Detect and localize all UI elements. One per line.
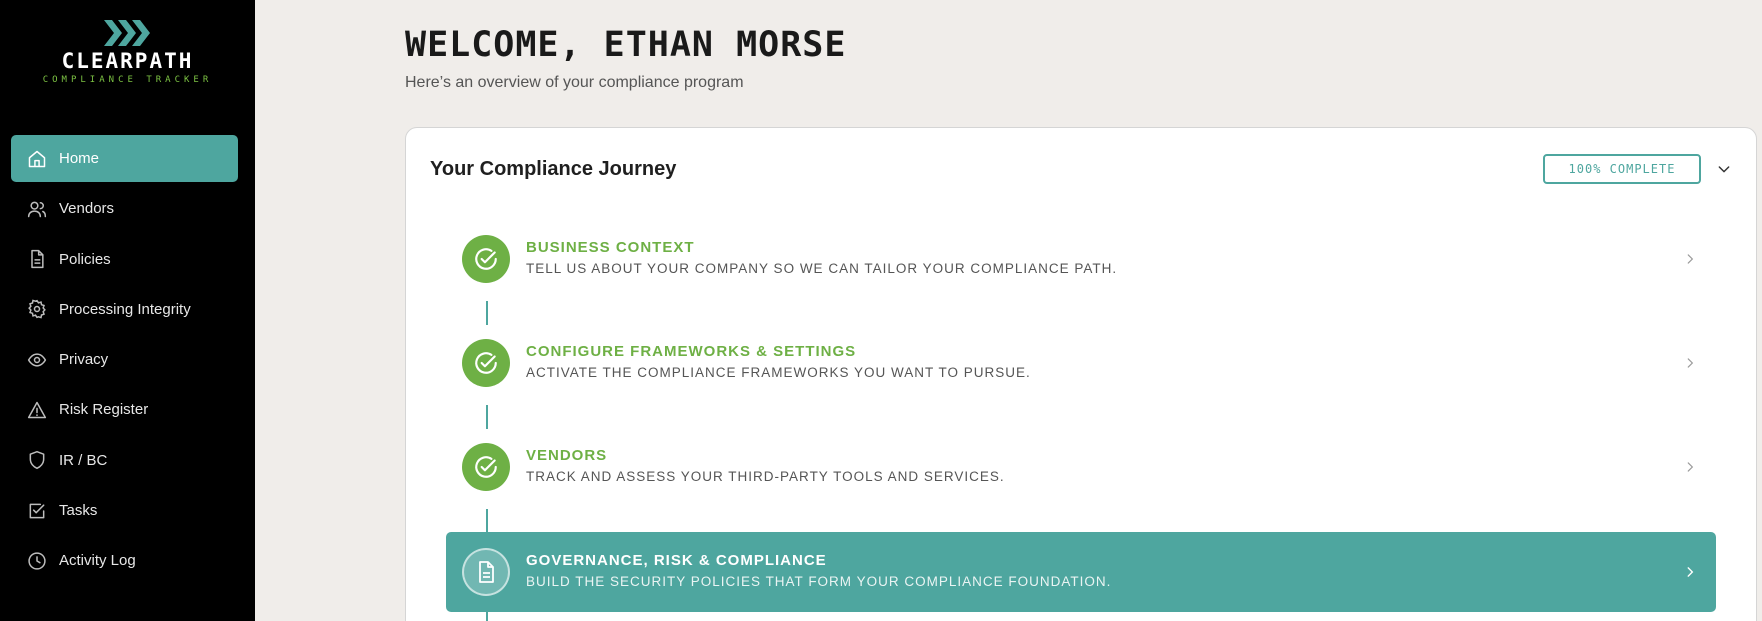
- document-icon: [27, 249, 47, 269]
- logo[interactable]: CLEARPATH COMPLIANCE TRACKER: [0, 18, 255, 86]
- page-subtitle: Here’s an overview of your compliance pr…: [405, 74, 744, 91]
- chevrons-logo-icon: [103, 20, 150, 46]
- step-description: TELL US ABOUT YOUR COMPANY SO WE CAN TAI…: [526, 261, 1118, 276]
- chevron-right-icon: [1680, 457, 1700, 477]
- step-description: ACTIVATE THE COMPLIANCE FRAMEWORKS YOU W…: [526, 365, 1031, 380]
- sidebar-nav: Home Vendors Policies Processing Integri…: [11, 135, 238, 588]
- compliance-journey-card: Your Compliance Journey 100% COMPLETE BU…: [405, 127, 1757, 621]
- sidebar-item-policies[interactable]: Policies: [11, 236, 238, 283]
- sidebar-item-label: IR / BC: [59, 451, 108, 469]
- shield-icon: [27, 450, 47, 470]
- step-connector: [486, 612, 488, 621]
- home-icon: [27, 149, 47, 169]
- chevron-down-icon: [1718, 166, 1730, 173]
- warning-icon: [27, 400, 47, 420]
- check-circle-icon: [462, 443, 510, 491]
- sidebar-item-activity-log[interactable]: Activity Log: [11, 537, 238, 584]
- journey-step-governance-risk-compliance[interactable]: GOVERNANCE, RISK & COMPLIANCE BUILD THE …: [446, 532, 1716, 612]
- chevron-right-icon: [1680, 562, 1700, 582]
- sidebar-item-home[interactable]: Home: [11, 135, 238, 182]
- brand-tagline: COMPLIANCE TRACKER: [42, 75, 213, 85]
- sidebar-item-label: Activity Log: [59, 552, 136, 570]
- chevron-right-icon: [1680, 353, 1700, 373]
- sidebar-item-vendors[interactable]: Vendors: [11, 185, 238, 232]
- sidebar-item-privacy[interactable]: Privacy: [11, 336, 238, 383]
- check-circle-icon: [462, 339, 510, 387]
- page-title: WELCOME, ETHAN MORSE: [405, 25, 847, 65]
- sidebar-item-label: Policies: [59, 250, 111, 268]
- collapse-button[interactable]: [1713, 158, 1735, 180]
- sidebar-item-label: Tasks: [59, 502, 98, 520]
- journey-step-business-context[interactable]: BUSINESS CONTEXT TELL US ABOUT YOUR COMP…: [446, 219, 1716, 299]
- step-title: VENDORS: [526, 447, 608, 464]
- sidebar-item-label: Vendors: [59, 200, 115, 218]
- document-icon: [462, 548, 510, 596]
- chevron-right-icon: [1680, 249, 1700, 269]
- sidebar-item-label: Risk Register: [59, 401, 149, 419]
- step-title: CONFIGURE FRAMEWORKS & SETTINGS: [526, 343, 857, 360]
- sidebar-item-ir-bc[interactable]: IR / BC: [11, 437, 238, 484]
- sidebar-item-processing-integrity[interactable]: Processing Integrity: [11, 286, 238, 333]
- step-description: TRACK AND ASSESS YOUR THIRD-PARTY TOOLS …: [526, 469, 1005, 484]
- brand-name: CLEARPATH: [61, 49, 194, 73]
- step-description: BUILD THE SECURITY POLICIES THAT FORM YO…: [526, 574, 1112, 589]
- gear-icon: [27, 299, 47, 319]
- step-connector: [486, 405, 488, 429]
- step-title: GOVERNANCE, RISK & COMPLIANCE: [526, 552, 827, 569]
- step-title: BUSINESS CONTEXT: [526, 239, 695, 256]
- sidebar: CLEARPATH COMPLIANCE TRACKER Home Vendor…: [0, 0, 255, 621]
- journey-step-vendors[interactable]: VENDORS TRACK AND ASSESS YOUR THIRD-PART…: [446, 427, 1716, 507]
- step-connector: [486, 301, 488, 325]
- sidebar-item-risk-register[interactable]: Risk Register: [11, 386, 238, 433]
- checkbox-icon: [27, 501, 47, 521]
- sidebar-item-label: Home: [59, 150, 100, 167]
- clock-icon: [27, 551, 47, 571]
- journey-step-configure-frameworks[interactable]: CONFIGURE FRAMEWORKS & SETTINGS ACTIVATE…: [446, 323, 1716, 403]
- check-circle-icon: [462, 235, 510, 283]
- sidebar-item-label: Processing Integrity: [59, 300, 191, 318]
- sidebar-item-label: Privacy: [59, 351, 109, 369]
- card-title: Your Compliance Journey: [430, 158, 677, 180]
- users-icon: [27, 199, 47, 219]
- step-connector: [486, 509, 488, 533]
- sidebar-item-tasks[interactable]: Tasks: [11, 487, 238, 534]
- eye-icon: [27, 350, 47, 370]
- progress-badge: 100% COMPLETE: [1543, 154, 1701, 184]
